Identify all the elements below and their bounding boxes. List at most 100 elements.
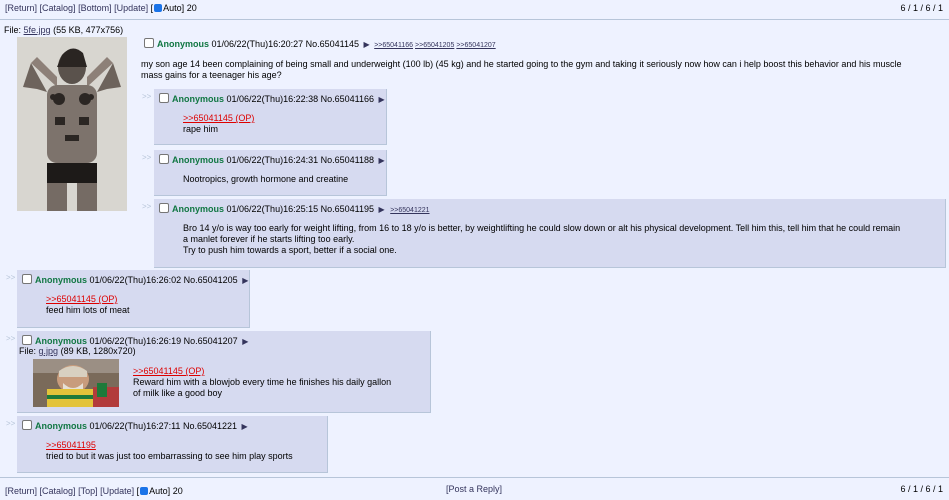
quote-link[interactable]: >>65041145 (OP) xyxy=(46,294,117,304)
reply-message: >>65041145 (OP) Reward him with a blowjo… xyxy=(133,366,423,399)
op-file-info: File: 5fe.jpg (55 KB, 477x756) xyxy=(4,25,123,35)
menu-triangle-icon[interactable]: ▶ xyxy=(242,276,248,285)
op-file-meta: (55 KB, 477x756) xyxy=(53,25,124,35)
poster-name: Anonymous xyxy=(35,336,88,346)
bottom-link[interactable]: [Bottom] xyxy=(78,3,112,13)
reply-line: a manlet forever if he starts lifting to… xyxy=(183,234,355,244)
reply-post-65041221: Anonymous 01/06/22(Thu)16:27:11 No.65041… xyxy=(17,416,328,473)
checkbox-icon[interactable] xyxy=(22,274,32,284)
checkbox-icon[interactable] xyxy=(22,420,32,430)
post-datetime: 01/06/22(Thu)16:22:38 xyxy=(226,94,319,104)
reply-post-65041205: Anonymous 01/06/22(Thu)16:26:02 No.65041… xyxy=(17,270,250,328)
page-stats: 6 / 1 / 6 / 1 xyxy=(900,3,943,13)
reply-text: feed him lots of meat xyxy=(46,305,130,315)
catalog-link[interactable]: [Catalog] xyxy=(40,3,76,13)
menu-triangle-icon[interactable]: ▶ xyxy=(242,337,248,346)
post-number[interactable]: No.65041195 xyxy=(321,204,374,214)
checkbox-icon[interactable] xyxy=(159,203,169,213)
return-catalog-link[interactable]: [Return] [Catalog] xyxy=(5,486,76,496)
post-datetime: 01/06/22(Thu)16:27:11 xyxy=(89,421,181,431)
post-datetime: 01/06/22(Thu)16:26:19 xyxy=(89,336,182,346)
post-datetime: 01/06/22(Thu)16:26:02 xyxy=(89,275,182,285)
top-link[interactable]: [Top] xyxy=(78,486,98,496)
auto-update-checkbox[interactable] xyxy=(140,487,149,495)
post-datetime: 01/06/22(Thu)16:25:15 xyxy=(226,204,319,214)
checkbox-icon[interactable] xyxy=(159,154,169,164)
auto-countdown: 20 xyxy=(186,3,197,13)
op-file-link[interactable]: 5fe.jpg xyxy=(24,25,51,35)
reply-line: of milk like a good boy xyxy=(133,388,223,398)
reply-message: >>65041195 tried to but it was just too … xyxy=(46,440,293,462)
post-number[interactable]: No.65041207 xyxy=(184,336,238,346)
post-number[interactable]: No.65041188 xyxy=(321,155,374,165)
checkbox-icon[interactable] xyxy=(22,335,32,345)
reply-message: Nootropics, growth hormone and creatine xyxy=(183,174,349,184)
update-link[interactable]: [Update] xyxy=(100,486,134,496)
post-datetime: 01/06/22(Thu)16:20:27 xyxy=(211,39,304,49)
reply-thumbnail[interactable] xyxy=(33,359,119,407)
file-label: File: xyxy=(19,346,37,356)
poster-name: Anonymous xyxy=(172,155,225,165)
auto-countdown: 20 xyxy=(172,486,183,496)
reply-text: tried to but it was just too embarrassin… xyxy=(46,451,293,461)
op-thumbnail[interactable] xyxy=(17,37,127,211)
reply-line: Reward him with a blowjob every time he … xyxy=(133,377,392,387)
page-stats-bottom: 6 / 1 / 6 / 1 xyxy=(900,484,943,494)
checkbox-icon[interactable] xyxy=(159,93,169,103)
backlink[interactable]: >>65041221 xyxy=(390,207,429,214)
reply-line: Try to push him towards a sport, better … xyxy=(183,245,397,255)
menu-triangle-icon[interactable]: ▶ xyxy=(379,205,385,214)
quote-link[interactable]: >>65041145 (OP) xyxy=(183,113,254,123)
reply-header: Anonymous 01/06/22(Thu)16:26:19 No.65041… xyxy=(22,335,248,346)
reply-arrow: >> xyxy=(6,419,16,428)
reply-arrow: >> xyxy=(6,273,16,282)
bottom-divider xyxy=(0,477,949,478)
menu-triangle-icon[interactable]: ▶ xyxy=(364,40,370,49)
post-number[interactable]: No.65041221 xyxy=(183,421,237,431)
top-divider xyxy=(0,19,949,20)
reply-text: rape him xyxy=(183,124,219,134)
bottom-navigation: [Return] [Catalog] [Top] [Update] [Auto]… xyxy=(5,486,183,496)
post-number[interactable]: No.65041145 xyxy=(306,39,359,49)
reply-post-65041207: Anonymous 01/06/22(Thu)16:26:19 No.65041… xyxy=(17,331,431,413)
reply-message: >>65041145 (OP) rape him xyxy=(183,113,254,135)
poster-name: Anonymous xyxy=(157,39,210,49)
backlink[interactable]: >>65041205 xyxy=(415,42,454,49)
reply-post-65041188: Anonymous 01/06/22(Thu)16:24:31 No.65041… xyxy=(154,150,387,196)
backlink[interactable]: >>65041207 xyxy=(456,42,495,49)
reply-file-link[interactable]: g.jpg xyxy=(39,346,59,356)
reply-message: >>65041145 (OP) feed him lots of meat xyxy=(46,294,130,316)
menu-triangle-icon[interactable]: ▶ xyxy=(242,422,248,431)
reply-file-meta: (89 KB, 1280x720) xyxy=(60,346,136,356)
quote-link[interactable]: >>65041195 xyxy=(46,440,96,450)
auto-bracket: [ xyxy=(150,3,154,13)
menu-triangle-icon[interactable]: ▶ xyxy=(379,156,385,165)
poster-name: Anonymous xyxy=(172,94,225,104)
reply-post-65041166: Anonymous 01/06/22(Thu)16:22:38 No.65041… xyxy=(154,89,387,145)
poster-name: Anonymous xyxy=(35,421,88,431)
reply-message: Bro 14 y/o is way too early for weight l… xyxy=(183,223,943,256)
backlink[interactable]: >>65041166 xyxy=(374,42,413,49)
reply-header: Anonymous 01/06/22(Thu)16:26:02 No.65041… xyxy=(22,274,248,285)
op-message: my son age 14 been complaining of being … xyxy=(141,59,902,80)
reply-file-info: File: g.jpg (89 KB, 1280x720) xyxy=(19,346,136,356)
post-number[interactable]: No.65041205 xyxy=(184,275,238,285)
auto-label: Auto] xyxy=(163,3,185,13)
reply-arrow: >> xyxy=(142,92,152,101)
post-number[interactable]: No.65041166 xyxy=(321,94,374,104)
post-reply-link[interactable]: [Post a Reply] xyxy=(446,484,502,494)
file-label: File: xyxy=(4,25,22,35)
op-header: Anonymous 01/06/22(Thu)16:20:27 No.65041… xyxy=(144,38,496,49)
auto-update-checkbox[interactable] xyxy=(154,4,163,12)
reply-header: Anonymous 01/06/22(Thu)16:22:38 No.65041… xyxy=(159,93,385,104)
post-reply-area: [Post a Reply] xyxy=(446,484,502,494)
reply-line: Bro 14 y/o is way too early for weight l… xyxy=(183,223,901,233)
reply-header: Anonymous 01/06/22(Thu)16:25:15 No.65041… xyxy=(159,203,430,214)
reply-arrow: >> xyxy=(6,334,16,343)
return-link[interactable]: [Return] xyxy=(5,3,37,13)
quote-link[interactable]: >>65041145 (OP) xyxy=(133,366,204,376)
update-link[interactable]: [Update] xyxy=(114,3,148,13)
checkbox-icon[interactable] xyxy=(144,38,154,48)
reply-arrow: >> xyxy=(142,153,152,162)
menu-triangle-icon[interactable]: ▶ xyxy=(379,95,385,104)
